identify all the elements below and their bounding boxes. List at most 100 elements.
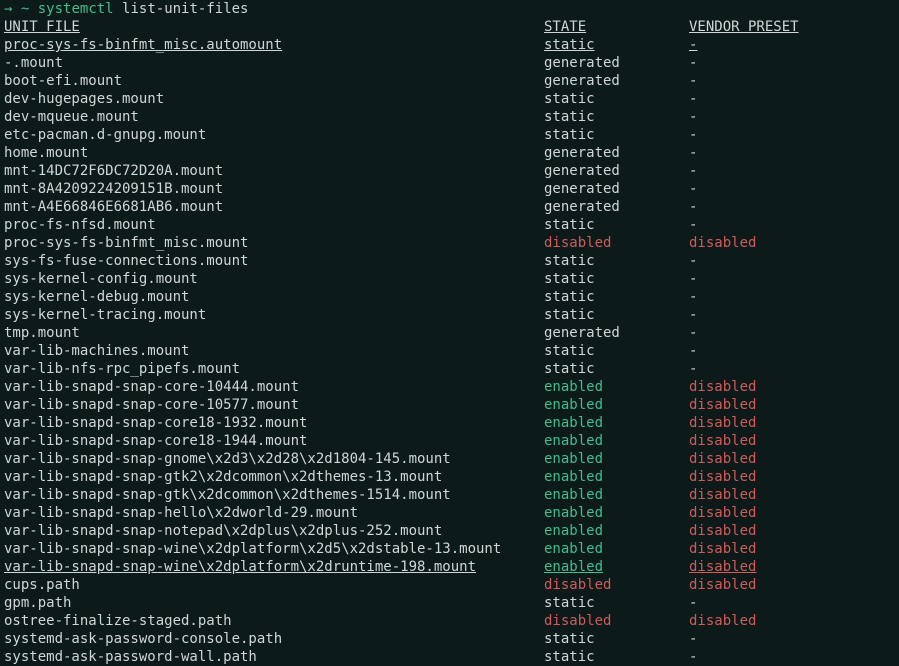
table-row: var-lib-snapd-snap-core18-1944.mountenab…: [0, 432, 899, 450]
table-row: var-lib-snapd-snap-gtk\x2dcommon\x2dthem…: [0, 486, 899, 504]
table-row: proc-sys-fs-binfmt_misc.automountstatic-: [0, 36, 899, 54]
vendor-preset-cell: disabled: [689, 396, 895, 414]
state-cell: generated: [544, 162, 689, 180]
unit-file-cell: home.mount: [4, 144, 544, 162]
table-row: home.mountgenerated-: [0, 144, 899, 162]
state-cell: static: [544, 252, 689, 270]
state-cell: generated: [544, 198, 689, 216]
unit-file-cell: dev-hugepages.mount: [4, 90, 544, 108]
vendor-preset-cell: disabled: [689, 234, 895, 252]
state-cell: static: [544, 288, 689, 306]
table-row: boot-efi.mountgenerated-: [0, 72, 899, 90]
vendor-preset-cell: disabled: [689, 504, 895, 522]
unit-file-cell: boot-efi.mount: [4, 72, 544, 90]
table-row: mnt-A4E66846E6681AB6.mountgenerated-: [0, 198, 899, 216]
unit-file-cell: sys-kernel-config.mount: [4, 270, 544, 288]
state-cell: static: [544, 360, 689, 378]
table-row: var-lib-snapd-snap-gnome\x2d3\x2d28\x2d1…: [0, 450, 899, 468]
state-cell: generated: [544, 324, 689, 342]
table-row: tmp.mountgenerated-: [0, 324, 899, 342]
unit-file-cell: etc-pacman.d-gnupg.mount: [4, 126, 544, 144]
vendor-preset-cell: -: [689, 198, 895, 216]
table-row: systemd-ask-password-wall.pathstatic-: [0, 648, 899, 666]
state-cell: static: [544, 126, 689, 144]
prompt-line: → ~ systemctl list-unit-files: [0, 0, 899, 18]
vendor-preset-cell: -: [689, 270, 895, 288]
terminal-output[interactable]: → ~ systemctl list-unit-files UNIT FILE …: [0, 0, 899, 666]
unit-file-cell: sys-kernel-tracing.mount: [4, 306, 544, 324]
vendor-preset-cell: -: [689, 108, 895, 126]
header-state: STATE: [544, 18, 689, 36]
vendor-preset-cell: disabled: [689, 558, 895, 576]
table-row: dev-hugepages.mountstatic-: [0, 90, 899, 108]
unit-file-cell: tmp.mount: [4, 324, 544, 342]
table-row: gpm.pathstatic-: [0, 594, 899, 612]
vendor-preset-cell: -: [689, 288, 895, 306]
state-cell: enabled: [544, 540, 689, 558]
state-cell: static: [544, 90, 689, 108]
state-cell: enabled: [544, 432, 689, 450]
header-vendor-preset: VENDOR PRESET: [689, 18, 895, 36]
vendor-preset-cell: -: [689, 36, 895, 54]
state-cell: static: [544, 216, 689, 234]
vendor-preset-cell: -: [689, 216, 895, 234]
state-cell: enabled: [544, 414, 689, 432]
vendor-preset-cell: disabled: [689, 378, 895, 396]
table-row: var-lib-snapd-snap-notepad\x2dplus\x2dpl…: [0, 522, 899, 540]
vendor-preset-cell: -: [689, 324, 895, 342]
vendor-preset-cell: disabled: [689, 522, 895, 540]
state-cell: static: [544, 108, 689, 126]
prompt-cwd: ~: [21, 1, 29, 17]
unit-file-cell: dev-mqueue.mount: [4, 108, 544, 126]
state-cell: enabled: [544, 450, 689, 468]
state-cell: generated: [544, 54, 689, 72]
unit-file-cell: gpm.path: [4, 594, 544, 612]
vendor-preset-cell: disabled: [689, 576, 895, 594]
unit-file-cell: var-lib-snapd-snap-gtk2\x2dcommon\x2dthe…: [4, 468, 544, 486]
unit-file-cell: var-lib-snapd-snap-wine\x2dplatform\x2dr…: [4, 558, 544, 576]
unit-file-cell: var-lib-snapd-snap-wine\x2dplatform\x2d5…: [4, 540, 544, 558]
table-row: var-lib-snapd-snap-wine\x2dplatform\x2dr…: [0, 558, 899, 576]
vendor-preset-cell: -: [689, 252, 895, 270]
table-row: sys-kernel-debug.mountstatic-: [0, 288, 899, 306]
unit-file-cell: sys-fs-fuse-connections.mount: [4, 252, 544, 270]
vendor-preset-cell: -: [689, 54, 895, 72]
state-cell: enabled: [544, 486, 689, 504]
state-cell: enabled: [544, 396, 689, 414]
state-cell: static: [544, 648, 689, 666]
state-cell: generated: [544, 72, 689, 90]
table-row: mnt-8A4209224209151B.mountgenerated-: [0, 180, 899, 198]
unit-file-cell: proc-sys-fs-binfmt_misc.mount: [4, 234, 544, 252]
vendor-preset-cell: -: [689, 72, 895, 90]
state-cell: static: [544, 270, 689, 288]
unit-file-cell: var-lib-snapd-snap-core-10577.mount: [4, 396, 544, 414]
command-args: list-unit-files: [122, 1, 248, 17]
vendor-preset-cell: -: [689, 180, 895, 198]
unit-file-cell: proc-sys-fs-binfmt_misc.automount: [4, 36, 544, 54]
vendor-preset-cell: disabled: [689, 432, 895, 450]
unit-file-cell: var-lib-snapd-snap-gtk\x2dcommon\x2dthem…: [4, 486, 544, 504]
table-row: -.mountgenerated-: [0, 54, 899, 72]
unit-file-cell: var-lib-snapd-snap-core18-1932.mount: [4, 414, 544, 432]
vendor-preset-cell: -: [689, 126, 895, 144]
unit-file-cell: var-lib-snapd-snap-notepad\x2dplus\x2dpl…: [4, 522, 544, 540]
vendor-preset-cell: disabled: [689, 468, 895, 486]
vendor-preset-cell: -: [689, 162, 895, 180]
table-row: var-lib-machines.mountstatic-: [0, 342, 899, 360]
command-name: systemctl: [38, 1, 114, 17]
table-row: sys-kernel-config.mountstatic-: [0, 270, 899, 288]
state-cell: static: [544, 306, 689, 324]
unit-file-cell: sys-kernel-debug.mount: [4, 288, 544, 306]
state-cell: static: [544, 594, 689, 612]
unit-file-cell: mnt-14DC72F6DC72D20A.mount: [4, 162, 544, 180]
unit-file-cell: var-lib-snapd-snap-core18-1944.mount: [4, 432, 544, 450]
state-cell: static: [544, 36, 689, 54]
state-cell: enabled: [544, 468, 689, 486]
table-row: etc-pacman.d-gnupg.mountstatic-: [0, 126, 899, 144]
unit-file-cell: proc-fs-nfsd.mount: [4, 216, 544, 234]
table-row: dev-mqueue.mountstatic-: [0, 108, 899, 126]
table-row: sys-fs-fuse-connections.mountstatic-: [0, 252, 899, 270]
state-cell: generated: [544, 180, 689, 198]
state-cell: enabled: [544, 378, 689, 396]
vendor-preset-cell: disabled: [689, 540, 895, 558]
